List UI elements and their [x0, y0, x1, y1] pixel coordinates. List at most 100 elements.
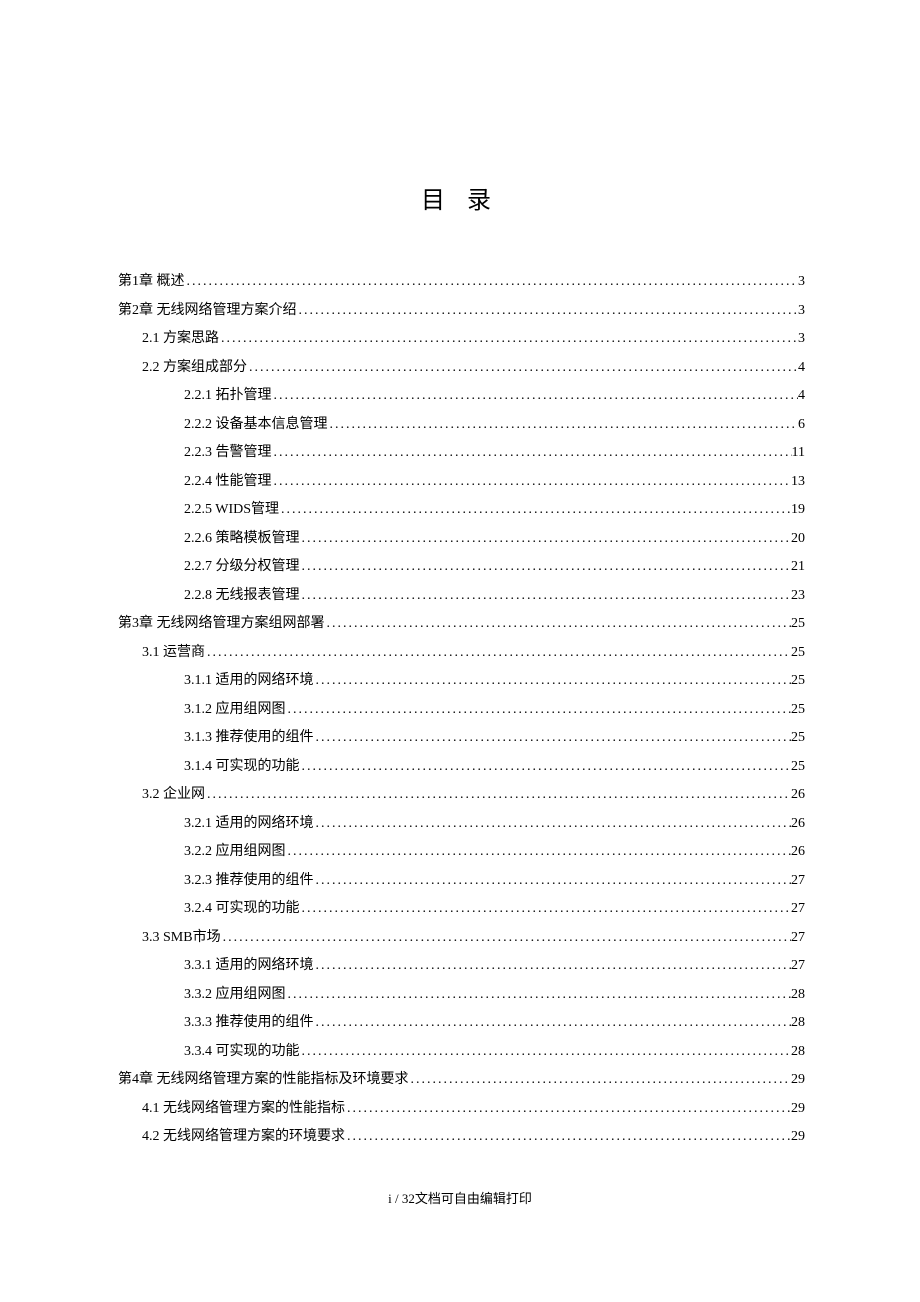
toc-entry: 3.1.2 应用组网图25 [118, 703, 805, 717]
toc-entry: 3.1 运营商25 [118, 646, 805, 660]
toc-leader-dots [205, 788, 791, 802]
toc-label: 第3章 无线网络管理方案组网部署 [118, 617, 325, 631]
toc-leader-dots [219, 332, 798, 346]
toc-page-number: 3 [798, 275, 805, 289]
toc-entry: 3.2.3 推荐使用的组件27 [118, 874, 805, 888]
toc-entry: 2.2.6 策略模板管理20 [118, 532, 805, 546]
toc-label: 第2章 无线网络管理方案介绍 [118, 304, 297, 318]
toc-leader-dots [300, 902, 792, 916]
toc-leader-dots [314, 959, 792, 973]
toc-label: 2.2.1 拓扑管理 [184, 389, 272, 403]
toc-page-number: 28 [791, 988, 805, 1002]
toc-label: 3.1.1 适用的网络环境 [184, 674, 314, 688]
toc-entry: 3.2.4 可实现的功能 27 [118, 902, 805, 916]
toc-entry: 3.2 企业网 26 [118, 788, 805, 802]
toc-entry: 3.3.1 适用的网络环境 27 [118, 959, 805, 973]
toc-label: 2.2.4 性能管理 [184, 475, 272, 489]
toc-page-number: 23 [791, 589, 805, 603]
toc-leader-dots [286, 845, 792, 859]
toc-page-number: 27 [791, 959, 805, 973]
toc-entry: 2.2.7 分级分权管理 21 [118, 560, 805, 574]
toc-page-number: 29 [791, 1073, 805, 1087]
toc-entry: 4.1 无线网络管理方案的性能指标29 [118, 1102, 805, 1116]
toc-entry: 3.1.4 可实现的功能 25 [118, 760, 805, 774]
toc-label: 4.2 无线网络管理方案的环境要求 [142, 1130, 345, 1144]
toc-label: 2.2 方案组成部分 [142, 361, 247, 375]
toc-leader-dots [314, 674, 792, 688]
toc-label: 3.2.3 推荐使用的组件 [184, 874, 314, 888]
toc-label: 3.3.1 适用的网络环境 [184, 959, 314, 973]
toc-label: 3.1.2 应用组网图 [184, 703, 286, 717]
toc-entry: 第3章 无线网络管理方案组网部署 25 [118, 617, 805, 631]
toc-leader-dots [221, 931, 791, 945]
toc-label: 3.1.4 可实现的功能 [184, 760, 300, 774]
toc-page-number: 3 [798, 304, 805, 318]
toc-label: 4.1 无线网络管理方案的性能指标 [142, 1102, 345, 1116]
toc-leader-dots [272, 446, 792, 460]
toc-label: 3.3.3 推荐使用的组件 [184, 1016, 314, 1030]
toc-leader-dots [314, 731, 792, 745]
toc-leader-dots [300, 532, 792, 546]
toc-page-number: 4 [798, 389, 805, 403]
toc-page-number: 13 [791, 475, 805, 489]
toc-page-number: 25 [791, 617, 805, 631]
toc-label: 3.2.4 可实现的功能 [184, 902, 300, 916]
toc-leader-dots [297, 304, 799, 318]
toc-leader-dots [345, 1130, 791, 1144]
toc-leader-dots [314, 874, 792, 888]
toc-page-number: 3 [798, 332, 805, 346]
toc-leader-dots [272, 389, 799, 403]
toc-page-number: 28 [791, 1016, 805, 1030]
toc-page-number: 6 [798, 418, 805, 432]
toc-page-number: 27 [791, 902, 805, 916]
toc-page-number: 11 [792, 446, 805, 460]
toc-leader-dots [300, 1045, 792, 1059]
toc-label: 3.3 SMB市场 [142, 931, 221, 945]
toc-label: 2.2.8 无线报表管理 [184, 589, 300, 603]
toc-entry: 3.3.4 可实现的功能28 [118, 1045, 805, 1059]
toc-entry: 3.1.3 推荐使用的组件25 [118, 731, 805, 745]
toc-entry: 2.2.1 拓扑管理 4 [118, 389, 805, 403]
toc-entry: 2.2.5 WIDS管理19 [118, 503, 805, 517]
toc-page-number: 25 [791, 760, 805, 774]
toc-label: 3.2 企业网 [142, 788, 205, 802]
toc-leader-dots [300, 589, 792, 603]
toc-label: 第4章 无线网络管理方案的性能指标及环境要求 [118, 1073, 409, 1087]
toc-entry: 第4章 无线网络管理方案的性能指标及环境要求 29 [118, 1073, 805, 1087]
toc-entry: 2.2.8 无线报表管理 23 [118, 589, 805, 603]
toc-leader-dots [300, 560, 792, 574]
toc-page-number: 25 [791, 646, 805, 660]
toc-leader-dots [286, 703, 792, 717]
toc-entry: 3.2.2 应用组网图26 [118, 845, 805, 859]
toc-entry: 3.3 SMB市场 27 [118, 931, 805, 945]
toc-entry: 3.3.2 应用组网图 28 [118, 988, 805, 1002]
toc-page-number: 26 [791, 845, 805, 859]
toc-page-number: 4 [798, 361, 805, 375]
table-of-contents: 第1章 概述3第2章 无线网络管理方案介绍32.1 方案思路32.2 方案组成部… [0, 275, 920, 1144]
toc-leader-dots [314, 1016, 792, 1030]
toc-page-number: 25 [791, 674, 805, 688]
toc-label: 3.3.2 应用组网图 [184, 988, 286, 1002]
toc-label: 2.2.3 告警管理 [184, 446, 272, 460]
toc-entry: 4.2 无线网络管理方案的环境要求 29 [118, 1130, 805, 1144]
toc-entry: 2.2.4 性能管理 13 [118, 475, 805, 489]
toc-label: 第1章 概述 [118, 275, 185, 289]
toc-leader-dots [286, 988, 792, 1002]
toc-leader-dots [409, 1073, 792, 1087]
toc-entry: 3.3.3 推荐使用的组件 28 [118, 1016, 805, 1030]
toc-leader-dots [205, 646, 791, 660]
toc-entry: 第2章 无线网络管理方案介绍 3 [118, 304, 805, 318]
toc-page-number: 27 [791, 931, 805, 945]
toc-entry: 3.2.1 适用的网络环境26 [118, 817, 805, 831]
toc-page-number: 29 [791, 1130, 805, 1144]
toc-label: 2.2.7 分级分权管理 [184, 560, 300, 574]
toc-leader-dots [279, 503, 791, 517]
toc-leader-dots [345, 1102, 791, 1116]
toc-leader-dots [314, 817, 792, 831]
toc-entry: 2.2.3 告警管理 11 [118, 446, 805, 460]
toc-page-number: 26 [791, 788, 805, 802]
toc-page-number: 28 [791, 1045, 805, 1059]
toc-leader-dots [300, 760, 792, 774]
toc-page-number: 20 [791, 532, 805, 546]
toc-page-number: 21 [791, 560, 805, 574]
